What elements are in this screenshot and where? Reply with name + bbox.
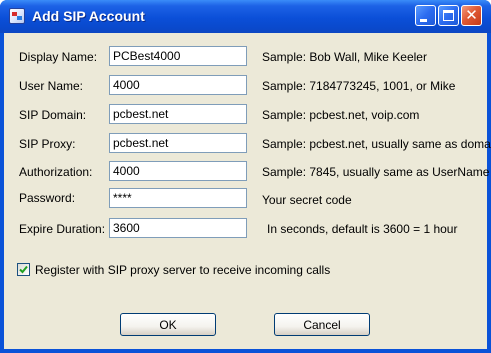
expire-duration-sample: In seconds, default is 3600 = 1 hour — [267, 222, 458, 236]
close-icon: ✕ — [465, 6, 478, 24]
register-checkbox-label[interactable]: Register with SIP proxy server to receiv… — [35, 263, 330, 277]
user-name-sample: Sample: 7184773245, 1001, or Mike — [262, 79, 456, 93]
display-name-sample: Sample: Bob Wall, Mike Keeler — [262, 50, 427, 64]
display-name-label: Display Name: — [19, 50, 98, 64]
password-label: Password: — [19, 191, 76, 205]
user-name-label: User Name: — [19, 79, 84, 93]
maximize-button[interactable] — [438, 5, 459, 26]
password-sample: Your secret code — [262, 193, 352, 207]
minimize-icon — [420, 19, 427, 22]
sip-proxy-label: SIP Proxy: — [19, 137, 76, 151]
ok-button[interactable]: OK — [120, 313, 216, 336]
checkmark-icon — [19, 265, 28, 274]
authorization-input[interactable] — [109, 161, 247, 181]
window-title: Add SIP Account — [32, 8, 145, 24]
dialog-body: Display Name: Sample: Bob Wall, Mike Kee… — [4, 33, 491, 349]
close-button[interactable]: ✕ — [461, 5, 482, 26]
sip-proxy-input[interactable] — [109, 133, 247, 153]
display-name-input[interactable] — [109, 46, 247, 66]
maximize-icon — [443, 10, 454, 21]
sip-domain-input[interactable] — [109, 104, 247, 124]
sip-domain-sample: Sample: pcbest.net, voip.com — [262, 108, 420, 122]
sip-proxy-sample: Sample: pcbest.net, usually same as doma… — [262, 137, 491, 151]
expire-duration-input[interactable] — [109, 218, 247, 238]
authorization-sample: Sample: 7845, usually same as UserName — [262, 165, 490, 179]
authorization-label: Authorization: — [19, 165, 93, 179]
minimize-button[interactable] — [415, 5, 436, 26]
title-bar[interactable]: Add SIP Account ✕ — [0, 0, 491, 33]
sip-domain-label: SIP Domain: — [19, 108, 87, 122]
expire-duration-label: Expire Duration: — [19, 222, 106, 236]
register-checkbox[interactable] — [17, 263, 30, 276]
cancel-button[interactable]: Cancel — [274, 313, 370, 336]
app-icon — [9, 8, 25, 24]
password-input[interactable] — [109, 188, 247, 208]
user-name-input[interactable] — [109, 75, 247, 95]
add-sip-account-dialog: Add SIP Account ✕ Display Name: Sample: … — [0, 0, 491, 353]
